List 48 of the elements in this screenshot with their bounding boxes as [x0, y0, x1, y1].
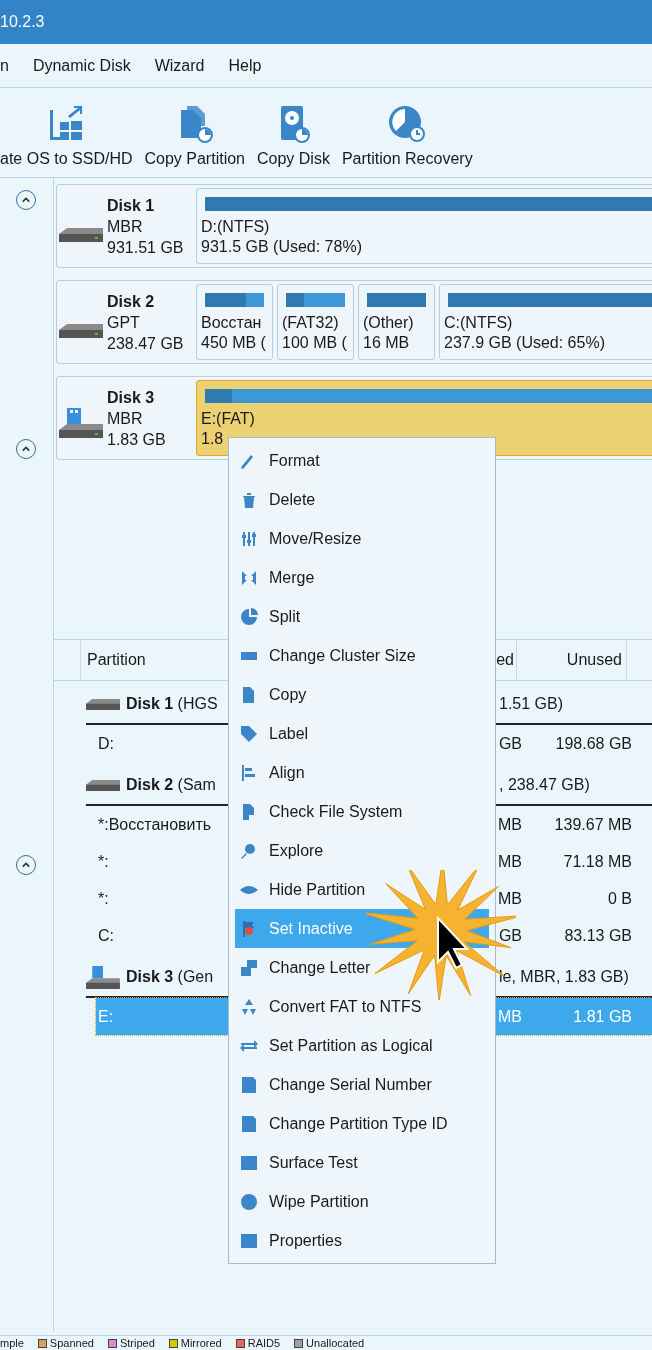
table-cell-text: *:: [98, 889, 110, 908]
partition-info: 16 MB: [363, 333, 411, 353]
partition-label: (Other): [363, 313, 415, 333]
partition-label: D:(NTFS): [201, 217, 271, 237]
legend-label: Striped: [119, 1336, 155, 1350]
legend-label: RAID5: [247, 1336, 281, 1350]
disk-name: Disk 3: [107, 387, 156, 408]
partition-info: 100 MB (: [282, 333, 348, 353]
table-cell-text: 71.18 MB: [562, 852, 632, 871]
table-cell-text: 139.67 MB: [553, 815, 632, 834]
table-cell-text: 0 B: [607, 889, 632, 908]
table-cell: MB: [498, 852, 522, 871]
partition-label: (FAT32): [282, 313, 340, 333]
partition-label: E:(FAT): [201, 409, 256, 429]
legend-label: Unallocated: [306, 1336, 365, 1350]
table-cell: GB: [498, 734, 522, 753]
partition-label: Восстан: [201, 313, 263, 333]
partition-info: 931.5 GB (Used: 78%): [201, 237, 363, 257]
disk-row-details: le, MBR, 1.83 GB): [499, 968, 629, 986]
partition-info: 450 MB (: [201, 333, 267, 353]
partition-style: GPT: [107, 312, 141, 333]
table-cell-text: 198.68 GB: [554, 734, 632, 753]
disk-name: Disk 2: [107, 291, 156, 312]
table-cell: MB: [498, 815, 522, 834]
table-cell-text: *:: [98, 852, 110, 871]
legend-label: Spanned: [49, 1336, 94, 1350]
table-cell-text: E:: [98, 1007, 115, 1026]
partition-info: 1.8: [201, 429, 225, 449]
table-cell: GB: [498, 926, 522, 945]
partition-style: MBR: [107, 216, 144, 237]
table-cell-text: 1.81 GB: [572, 1007, 632, 1026]
partition-style: MBR: [107, 408, 144, 429]
table-cell-text: D:: [98, 734, 115, 753]
table-cell: MB: [498, 1007, 522, 1026]
window-title: 10.2.3: [0, 13, 45, 31]
partition-info: 237.9 GB (Used: 65%): [444, 333, 606, 353]
legend-label: Mirrored: [180, 1336, 222, 1350]
legend-label: mple: [0, 1336, 24, 1350]
disk-name: Disk 1: [107, 195, 156, 216]
disk-size: 1.83 GB: [107, 429, 166, 450]
table-cell-text: 83.13 GB: [563, 926, 632, 945]
disk-row-details: , 238.47 GB): [499, 776, 590, 794]
table-cell: MB: [498, 889, 522, 908]
partition-label: C:(NTFS): [444, 313, 514, 333]
disk-row-details: 1.51 GB): [499, 695, 564, 713]
disk-size: 238.47 GB: [107, 333, 184, 354]
disk-size: 931.51 GB: [107, 237, 184, 258]
table-cell-text: *:Восстановить: [98, 815, 213, 834]
